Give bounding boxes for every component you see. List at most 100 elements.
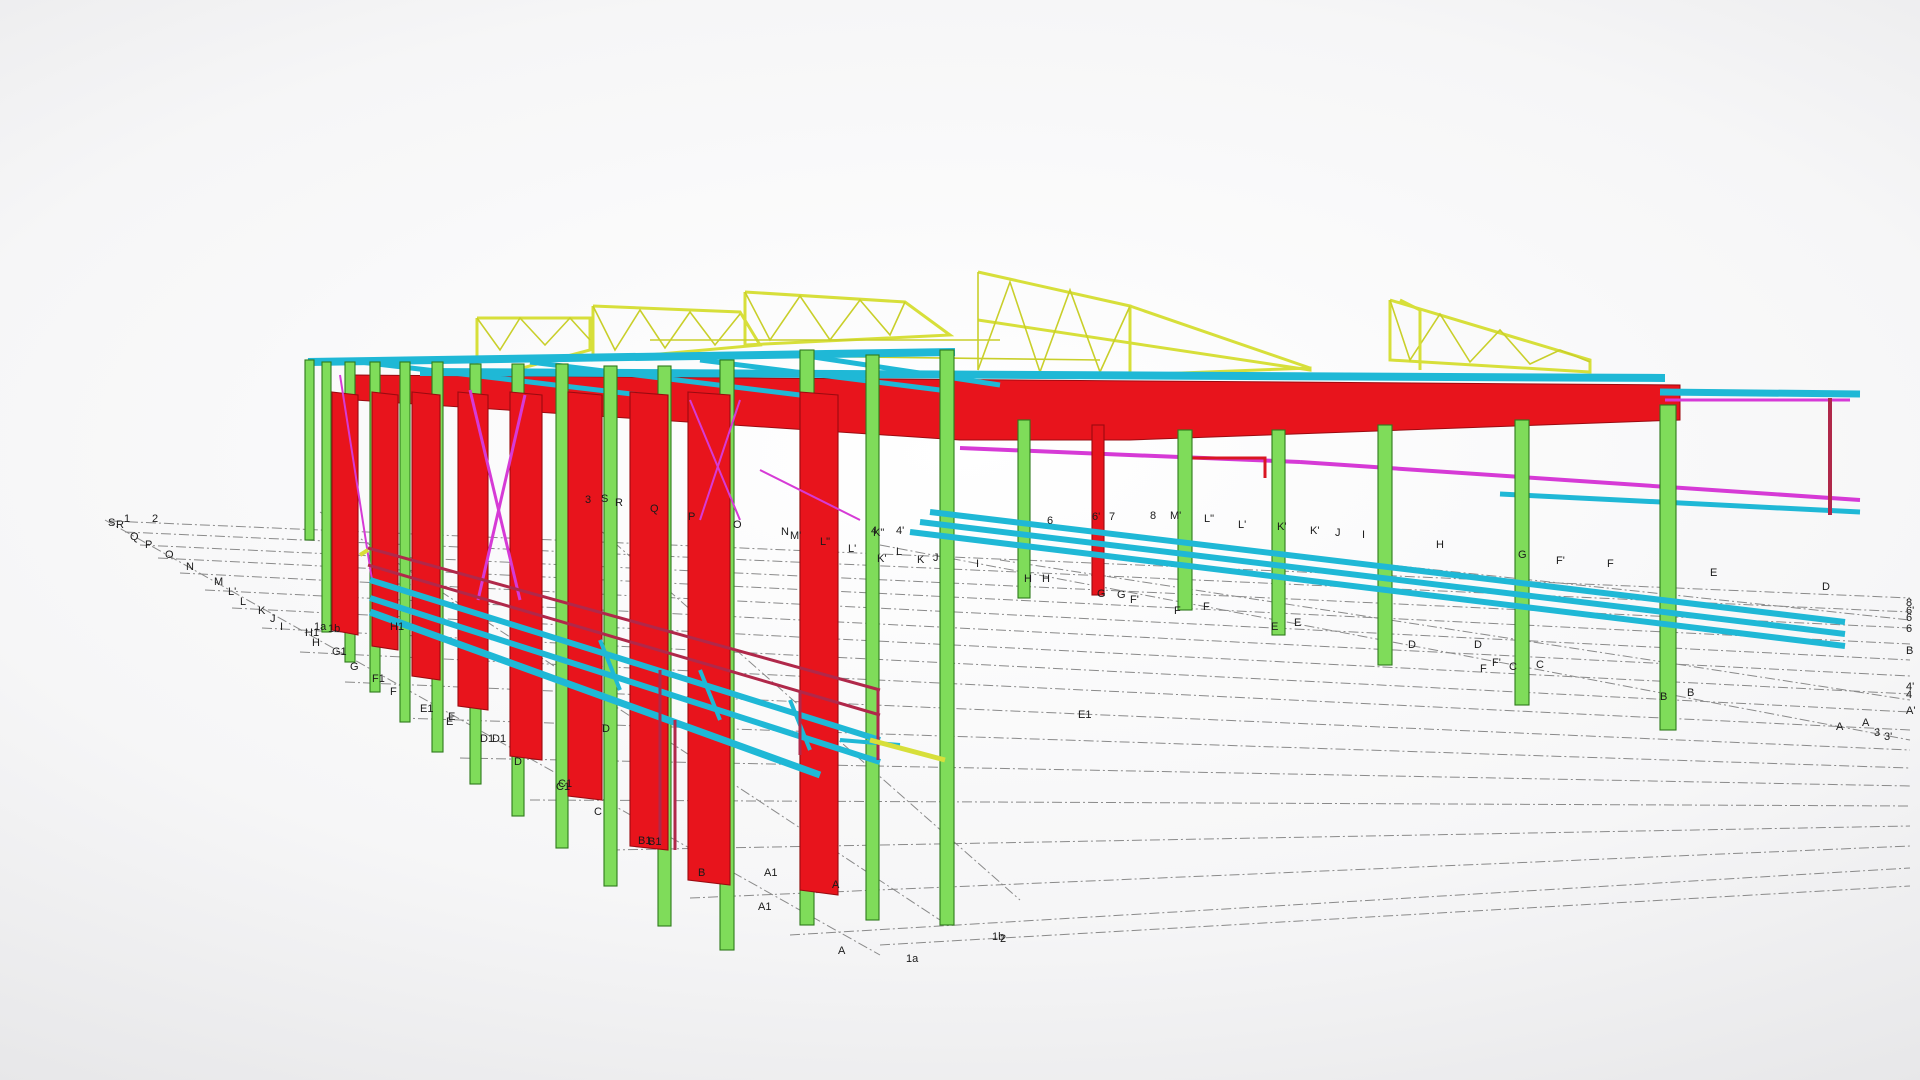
grid-label: L' [1238, 519, 1246, 531]
grid-label: K' [1277, 521, 1286, 533]
grid-label: M [214, 576, 223, 588]
column-green [399, 361, 411, 723]
grid-label: 1 [124, 513, 130, 525]
grid-label: R [116, 519, 124, 531]
grid-label: H [1436, 539, 1444, 551]
grid-label: K' [1310, 525, 1319, 537]
grid-label: M' [1170, 510, 1181, 522]
grid-label: A [1836, 721, 1844, 733]
grid-label: G [1097, 588, 1106, 600]
grid-line [999, 559, 1911, 701]
grid-label: H1 [390, 621, 404, 633]
grid-label: A [838, 945, 846, 957]
grid-label: 4 [1906, 689, 1912, 701]
model-viewport[interactable]: S R 1 2 Q P O N M L' L K J I 1a 1b H1 H H1 G1 G F1 F E1 E D1 D C1 C B… [0, 0, 1920, 1080]
grid-label: G [350, 661, 359, 673]
grid-label: 6 [1047, 515, 1053, 527]
grid-label: I [1362, 529, 1365, 541]
grid-label: R [615, 497, 623, 509]
grid-label: L' [848, 543, 856, 555]
grid-label: B [698, 867, 705, 879]
grid-label: E [1294, 617, 1301, 629]
grid-label: K [258, 605, 266, 617]
column-green [1017, 419, 1031, 599]
roof-trusses[interactable] [475, 270, 1592, 382]
grid-label: A1 [758, 901, 771, 913]
grid-label: K" [873, 527, 884, 539]
grid-label: D [602, 723, 610, 735]
grid-label: N [186, 561, 194, 573]
grid-label: 1a [906, 953, 919, 965]
grid-label: H [312, 637, 320, 649]
grid-label: Q [130, 531, 139, 543]
grid-label: B [1687, 687, 1694, 699]
grid-label: L [896, 546, 902, 558]
grid-label: M' [790, 530, 801, 542]
grid-label: E [448, 711, 455, 723]
column-green [304, 359, 315, 541]
grid-label: F' [1492, 657, 1501, 669]
column-green [1377, 424, 1393, 666]
roof-beam-right [1659, 388, 1861, 398]
grid-label: D [1408, 639, 1416, 651]
column-red [331, 391, 359, 636]
grid-line [399, 717, 1911, 769]
grid-label: J [933, 552, 939, 564]
column-green [555, 363, 569, 849]
back-wall-beam [959, 446, 1301, 464]
column-red [457, 391, 489, 711]
grid-line [459, 757, 1911, 787]
grid-label: G [1117, 589, 1126, 601]
grid-line [879, 885, 1911, 946]
grid-label: E [1710, 567, 1717, 579]
column-red [799, 391, 839, 896]
grid-line [789, 867, 1911, 936]
grid-label: N [781, 526, 789, 538]
grid-label: L" [1204, 513, 1214, 525]
column-green [1514, 419, 1530, 706]
grid-label: S [601, 493, 608, 505]
grid-label: H [1042, 573, 1050, 585]
grid-label: L" [820, 536, 830, 548]
column-red [1091, 424, 1105, 596]
column-green [865, 354, 880, 921]
grid-label: A' [1906, 705, 1915, 717]
grid-label: 3 [1874, 727, 1880, 739]
grid-label: 6 [1906, 623, 1912, 635]
grid-label: 1b [328, 623, 340, 635]
grid-label: F [390, 686, 397, 698]
grid-label: B [1906, 645, 1913, 657]
grid-label: C [1536, 659, 1544, 671]
grid-label: J [1335, 527, 1341, 539]
grid-label: D [1474, 639, 1482, 651]
grid-line [529, 799, 1911, 807]
grid-label: G [1518, 549, 1527, 561]
grid-label: H [1024, 573, 1032, 585]
grid-label: A [1862, 717, 1870, 729]
grid-label: F' [1556, 555, 1565, 567]
roof-beam-front [307, 348, 956, 366]
grid-label: B [1660, 691, 1667, 703]
grid-label: 3' [1884, 731, 1892, 743]
structural-model-view[interactable]: S R 1 2QPONML'LKJI 1a 1bH1HH1G1GF1FE1ED1DC1CB… [0, 0, 1920, 1080]
grid-label: J [270, 613, 276, 625]
grid-label: L' [228, 586, 236, 598]
grid-label: F [1480, 663, 1487, 675]
grid-label: C [1509, 661, 1517, 673]
grid-label: K [917, 554, 925, 566]
column-green [321, 361, 332, 633]
column-green [603, 365, 618, 887]
grid-label: P [688, 511, 695, 523]
grid-label: E1 [420, 703, 433, 715]
column-green [1659, 404, 1677, 731]
grid-label: E [1271, 621, 1278, 633]
grid-label: 2 [1000, 933, 1006, 945]
grid-label: O [733, 519, 742, 531]
grid-label: C1 [556, 781, 570, 793]
grid-label: S [108, 517, 115, 529]
grid-label: F [1607, 558, 1614, 570]
grid-line [879, 544, 1911, 741]
truss [1129, 304, 1311, 370]
grid-label: A1 [764, 867, 777, 879]
grid-label: C [594, 806, 602, 818]
